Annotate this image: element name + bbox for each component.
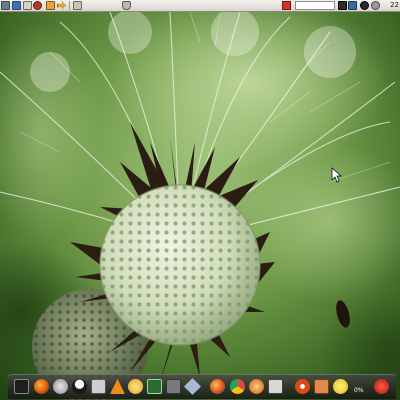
- smiley-icon[interactable]: [333, 379, 348, 394]
- search-input[interactable]: [295, 1, 335, 10]
- panel-divider: [69, 1, 70, 10]
- firefox-icon[interactable]: [34, 379, 49, 394]
- top-panel: 22: [0, 0, 400, 12]
- files-icon[interactable]: [1, 1, 10, 10]
- chrome-icon[interactable]: [230, 379, 245, 394]
- monitor-app-icon[interactable]: [147, 379, 162, 394]
- notes-icon[interactable]: [73, 1, 82, 10]
- penguin-icon[interactable]: [72, 379, 87, 394]
- clock[interactable]: 22: [390, 0, 399, 11]
- monitor-icon[interactable]: [12, 1, 21, 10]
- battery-percent: 0%: [354, 387, 364, 394]
- applet-icon[interactable]: [122, 1, 131, 10]
- storage-icon[interactable]: [91, 379, 106, 394]
- terminal-tray-icon[interactable]: [338, 1, 347, 10]
- diamond-icon[interactable]: [184, 378, 201, 395]
- home-folder-icon[interactable]: [46, 1, 55, 10]
- red-indicator-icon[interactable]: [282, 1, 291, 10]
- flame-icon[interactable]: [249, 379, 264, 394]
- camera-icon[interactable]: [33, 1, 42, 10]
- tools-icon[interactable]: [166, 379, 181, 394]
- vlc-icon[interactable]: [110, 379, 125, 394]
- arrow-icon[interactable]: [57, 1, 66, 10]
- folder-icon[interactable]: [314, 379, 329, 394]
- volume-icon[interactable]: [360, 1, 369, 10]
- terminal-icon[interactable]: [14, 379, 29, 394]
- ubuntu-icon[interactable]: [295, 379, 310, 394]
- browser-icon[interactable]: [210, 379, 225, 394]
- media-icon[interactable]: [128, 379, 143, 394]
- desktop-wallpaper: [0, 12, 400, 400]
- power-icon[interactable]: [374, 379, 389, 394]
- network-icon[interactable]: [348, 1, 357, 10]
- mail-icon[interactable]: [23, 1, 32, 10]
- photos-icon[interactable]: [268, 379, 283, 394]
- user-icon[interactable]: [371, 1, 380, 10]
- dock: 0%: [8, 374, 396, 399]
- settings-icon[interactable]: [53, 379, 68, 394]
